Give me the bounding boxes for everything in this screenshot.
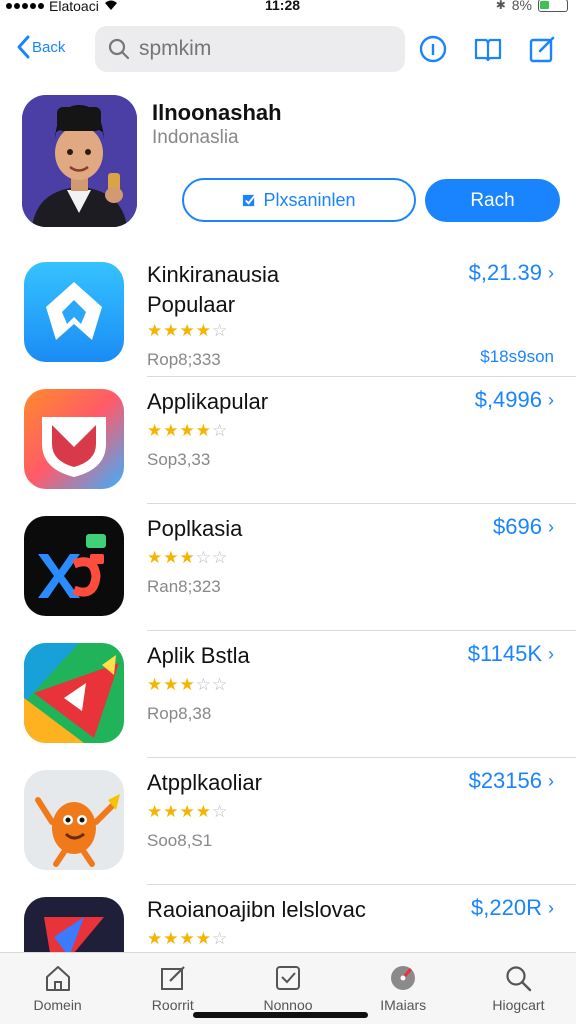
app-icon xyxy=(24,770,124,870)
signal-icon xyxy=(6,3,44,9)
price-label: $23156 xyxy=(468,768,542,793)
price-label: $,21.39 xyxy=(468,260,542,285)
price-label: $,4996 xyxy=(474,387,542,412)
app-price[interactable]: $,21.39 › xyxy=(469,260,554,286)
chevron-right-icon: › xyxy=(548,770,554,791)
chevron-right-icon: › xyxy=(548,643,554,664)
app-icon xyxy=(24,389,124,489)
wifi-icon xyxy=(104,0,118,14)
search-icon xyxy=(506,966,532,992)
tab-label: Nonnoo xyxy=(263,997,313,1013)
gauge-icon xyxy=(391,966,416,990)
price-label: $696 xyxy=(493,514,542,539)
app-name: Applikapular xyxy=(147,389,269,414)
app-price[interactable]: $1145K › xyxy=(468,641,554,667)
back-button[interactable]: Back xyxy=(14,34,65,60)
chevron-right-icon: › xyxy=(548,389,554,410)
star-rating: ★★★★☆ xyxy=(147,929,229,948)
tab-bar: Domein Roorrit Nonnoo IMaiars Hiogcart xyxy=(0,952,576,1024)
back-label: Back xyxy=(32,38,66,56)
featured-app: Ilnoonashah Indonaslia Plxsaninlen Rach xyxy=(0,95,576,235)
list-item[interactable]: Kinkiranausia Populaar ★★★★☆ Rop8;333 $,… xyxy=(0,250,576,377)
star-rating: ★★★★☆ xyxy=(147,421,229,440)
tab-label: Hiogcart xyxy=(492,997,545,1013)
home-icon xyxy=(45,966,70,991)
featured-subtitle: Indonaslia xyxy=(152,127,239,148)
search-icon xyxy=(108,38,130,60)
app-icon xyxy=(24,516,124,616)
chevron-right-icon: › xyxy=(548,516,554,537)
nav-bar: Back xyxy=(0,20,576,80)
app-meta: Rop8;333 xyxy=(147,350,221,369)
chevron-left-icon xyxy=(17,35,30,59)
chevron-right-icon: › xyxy=(548,897,554,918)
featured-app-icon xyxy=(22,95,137,227)
tab-label: Domein xyxy=(33,997,82,1013)
list-item[interactable]: Poplkasia ★★★☆☆ Ran8;323 $696 › xyxy=(0,504,576,631)
app-name: Poplkasia xyxy=(147,516,243,541)
edit-icon xyxy=(160,966,185,990)
search-input[interactable] xyxy=(139,37,379,61)
featured-title: Ilnoonashah xyxy=(152,100,282,125)
app-name: Atpplkaoliar xyxy=(147,770,262,795)
home-indicator xyxy=(193,1012,368,1018)
app-price[interactable]: $696 › xyxy=(493,514,554,540)
secondary-action-label: Plxsaninlen xyxy=(263,189,356,210)
price-label: $1145K xyxy=(467,641,542,666)
app-meta: Ran8;323 xyxy=(147,577,221,596)
tab-search[interactable]: Hiogcart xyxy=(461,953,576,1024)
app-subprice: $18s9son xyxy=(480,347,554,366)
star-rating: ★★★★☆ xyxy=(147,321,229,340)
star-rating: ★★★☆☆ xyxy=(147,548,229,567)
tab-domain[interactable]: Domein xyxy=(0,953,115,1024)
chevron-right-icon: › xyxy=(548,262,554,283)
compose-icon[interactable] xyxy=(528,34,558,64)
carrier-label: Elatoaci xyxy=(49,0,99,14)
price-label: $,220R xyxy=(471,895,542,920)
primary-action-button[interactable]: Rach xyxy=(425,179,560,222)
list-item[interactable]: Aplik Bstla ★★★☆☆ Rop8,38 $1145K › xyxy=(0,631,576,758)
app-name: Kinkiranausia Populaar xyxy=(147,262,280,317)
app-meta: Soo8,S1 xyxy=(147,831,213,850)
info-icon[interactable] xyxy=(418,34,448,64)
star-rating: ★★★★☆ xyxy=(147,802,229,821)
book-icon[interactable] xyxy=(473,34,503,64)
card-icon xyxy=(276,966,300,990)
list-item[interactable]: Applikapular ★★★★☆ Sop3,33 $,4996 › xyxy=(0,377,576,504)
app-name: Raoianoajibn lelslovac xyxy=(147,897,366,922)
battery-icon xyxy=(538,0,568,12)
app-name: Aplik Bstla xyxy=(147,643,250,668)
app-icon xyxy=(24,643,124,743)
app-meta: Rop8,38 xyxy=(147,704,212,723)
app-meta: Sop3,33 xyxy=(147,450,211,469)
app-icon xyxy=(24,262,124,362)
clock: 11:28 xyxy=(265,0,301,13)
star-rating: ★★★☆☆ xyxy=(147,675,229,694)
app-list: Kinkiranausia Populaar ★★★★☆ Rop8;333 $,… xyxy=(0,250,576,1012)
app-price[interactable]: $,220R › xyxy=(471,895,554,921)
checkbox-icon xyxy=(243,192,258,206)
bluetooth-icon: ✱ xyxy=(495,0,506,12)
battery-percent: 8% xyxy=(511,0,532,13)
search-field[interactable] xyxy=(95,26,405,72)
list-item[interactable]: Atpplkaoliar ★★★★☆ Soo8,S1 $23156 › xyxy=(0,758,576,885)
status-bar: Elatoaci 11:28 ✱ 8% xyxy=(0,0,576,18)
app-price[interactable]: $23156 › xyxy=(469,768,554,794)
tab-label: IMaiars xyxy=(380,997,427,1013)
secondary-action-button[interactable]: Plxsaninlen xyxy=(182,178,416,222)
tab-label: Roorrit xyxy=(151,997,194,1013)
app-price[interactable]: $,4996 › xyxy=(475,387,554,413)
